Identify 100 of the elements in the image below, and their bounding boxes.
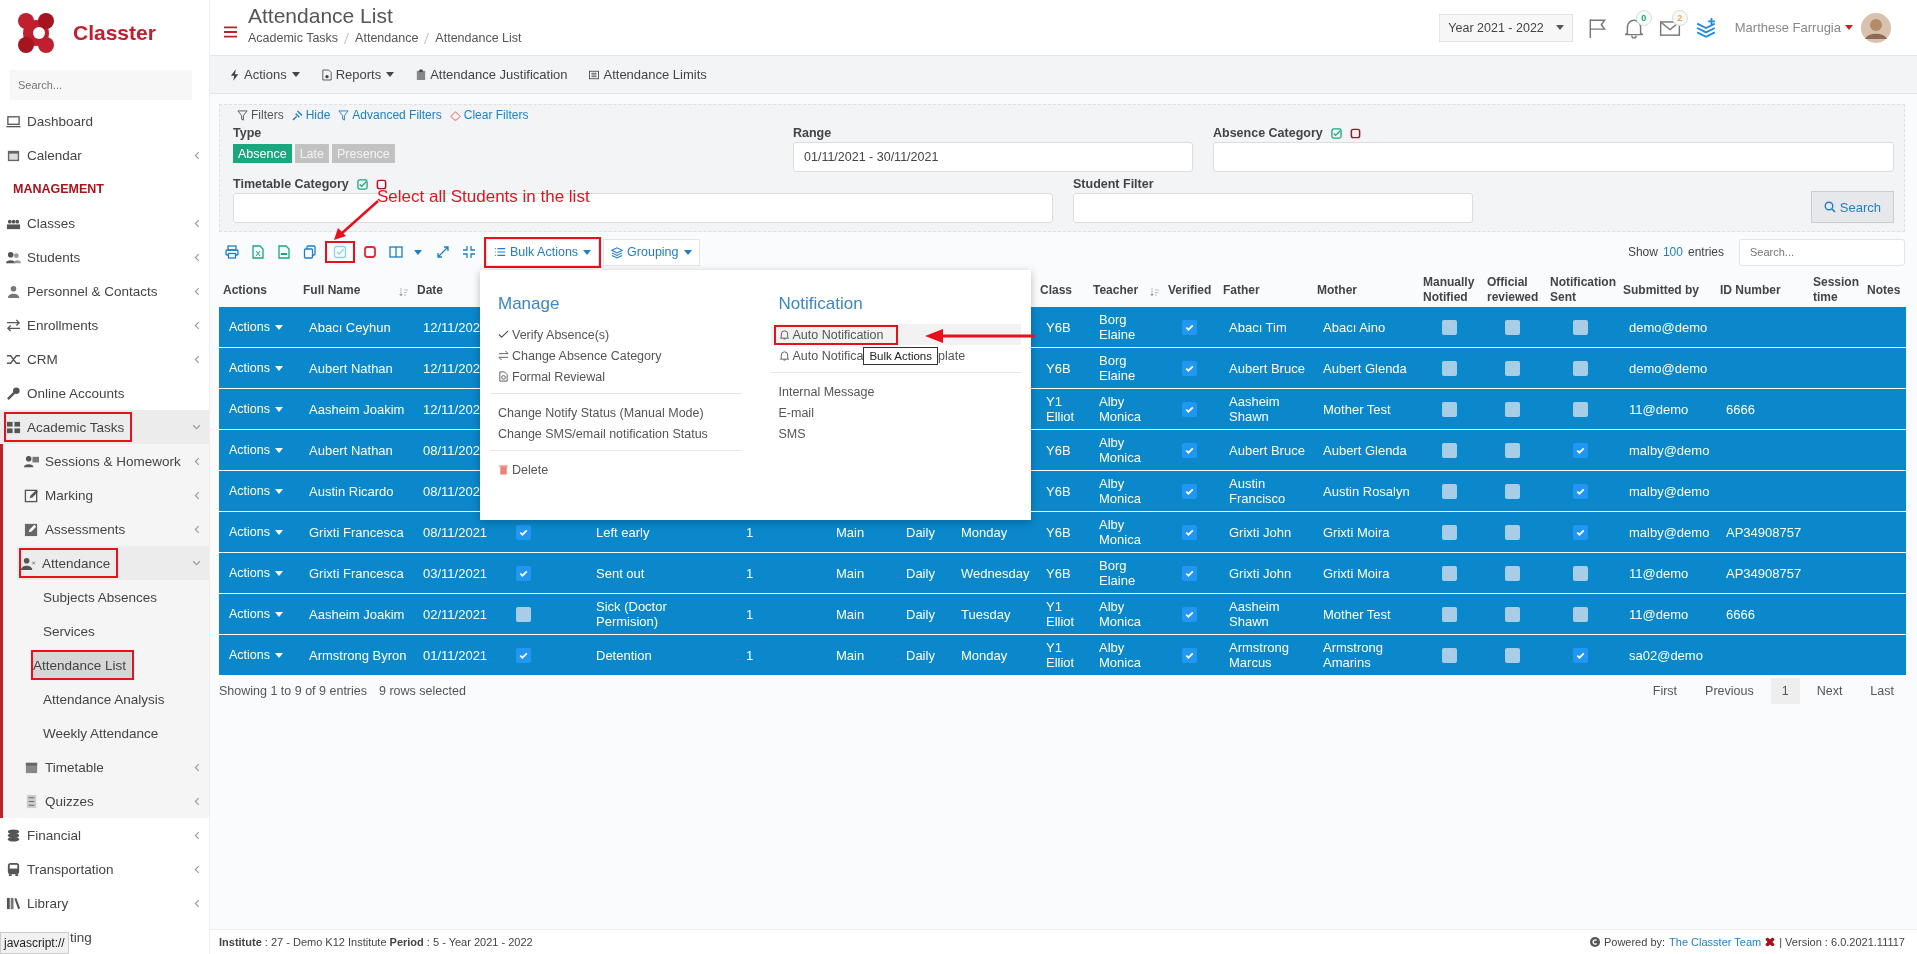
sidebar-item[interactable]: Classes bbox=[6, 210, 81, 236]
search-field[interactable]: Search... bbox=[10, 70, 192, 100]
checkbox[interactable] bbox=[1573, 443, 1588, 459]
row-actions-button[interactable]: Actions bbox=[229, 566, 283, 581]
column-header[interactable]: Father bbox=[1219, 273, 1313, 307]
hide-link[interactable]: Hide bbox=[291, 108, 331, 122]
avatar[interactable] bbox=[1861, 12, 1891, 43]
menu-item[interactable]: Verify Absence(s) bbox=[498, 326, 614, 343]
row-actions-button[interactable]: Actions bbox=[229, 648, 283, 663]
row-actions-button[interactable]: Actions bbox=[229, 361, 283, 376]
menu-item[interactable]: E-mail bbox=[778, 404, 818, 421]
column-header[interactable]: Notification Sent bbox=[1546, 273, 1619, 307]
checkbox[interactable] bbox=[1505, 320, 1520, 336]
checkbox[interactable] bbox=[1573, 648, 1588, 664]
spreadsheet-icon[interactable] bbox=[251, 245, 265, 259]
user-name[interactable]: Marthese Farrugia bbox=[1734, 20, 1841, 35]
row-actions-button[interactable]: Actions bbox=[229, 484, 283, 499]
sidebar-item[interactable]: Subjects Absences bbox=[43, 584, 164, 610]
checkbox[interactable] bbox=[1505, 566, 1520, 582]
page-size-select[interactable]: 100 bbox=[1662, 245, 1683, 259]
column-header[interactable]: Official reviewed bbox=[1483, 273, 1546, 307]
sidebar-item[interactable]: Transportation bbox=[6, 856, 120, 882]
sidebar-item[interactable]: Online Accounts bbox=[6, 380, 131, 406]
advanced-filters-link[interactable]: Advanced Filters bbox=[338, 108, 442, 122]
square-icon[interactable] bbox=[363, 245, 377, 259]
toolbar-menu[interactable]: Attendance Limits bbox=[589, 67, 707, 82]
toolbar-menu[interactable]: Attendance Justification bbox=[416, 67, 568, 82]
team-link[interactable]: The Classter Team bbox=[1669, 936, 1762, 948]
checkbox[interactable] bbox=[1505, 607, 1520, 623]
checkbox[interactable] bbox=[516, 566, 531, 582]
checkbox[interactable] bbox=[1182, 648, 1197, 664]
checkbox[interactable] bbox=[1182, 443, 1197, 459]
checkbox[interactable] bbox=[1505, 361, 1520, 377]
checkbox[interactable] bbox=[1441, 648, 1457, 664]
sidebar-item[interactable]: Dashboard bbox=[6, 108, 100, 134]
checkbox[interactable] bbox=[1573, 320, 1588, 336]
pagination-button[interactable]: First bbox=[1641, 678, 1689, 704]
checkbox[interactable] bbox=[516, 648, 531, 664]
file-icon[interactable] bbox=[277, 245, 291, 259]
checkbox[interactable] bbox=[1573, 607, 1588, 623]
checkbox[interactable] bbox=[1505, 525, 1520, 541]
checkbox[interactable] bbox=[1573, 402, 1588, 418]
copy-icon[interactable] bbox=[303, 245, 317, 259]
checkbox[interactable] bbox=[1573, 566, 1588, 582]
row-actions-button[interactable]: Actions bbox=[229, 607, 283, 622]
clear-filters-link[interactable]: Clear Filters bbox=[449, 108, 529, 122]
checkbox[interactable] bbox=[1505, 484, 1520, 500]
sidebar-item[interactable]: Marking bbox=[24, 482, 99, 508]
pagination-button[interactable]: Next bbox=[1805, 678, 1854, 704]
checkbox[interactable] bbox=[1505, 648, 1520, 664]
expand-icon[interactable] bbox=[436, 245, 450, 259]
checkbox[interactable] bbox=[1573, 484, 1588, 500]
sidebar-item[interactable]: CRM bbox=[6, 346, 64, 372]
square-icon[interactable] bbox=[1349, 127, 1361, 139]
column-header[interactable]: Session time bbox=[1809, 273, 1863, 307]
breadcrumb-link[interactable]: Attendance bbox=[355, 31, 419, 45]
sidebar-item[interactable]: Personnel & Contacts bbox=[6, 278, 164, 304]
table-row[interactable]: Actions Grixti Francesca 03/11/2021 Sent out 1 Main Daily Wednesday Y6B Borg Elaine Grixti John Grixti Moira 11@demo AP34908757 bbox=[219, 552, 1906, 594]
column-header[interactable]: Manually Notified bbox=[1419, 273, 1483, 307]
checkbox[interactable] bbox=[1505, 402, 1520, 418]
column-header[interactable]: Verified bbox=[1164, 273, 1219, 307]
student-filter-field[interactable] bbox=[1073, 193, 1473, 223]
row-actions-button[interactable]: Actions bbox=[229, 525, 283, 540]
checkbox[interactable] bbox=[1441, 484, 1457, 500]
toolbar-menu[interactable]: Reports bbox=[321, 67, 395, 82]
square-icon[interactable] bbox=[375, 178, 387, 190]
bulk-actions-button[interactable]: Bulk Actions bbox=[486, 238, 600, 266]
checkbox[interactable] bbox=[1441, 607, 1457, 623]
column-header[interactable]: Submitted by bbox=[1619, 273, 1716, 307]
checkbox[interactable] bbox=[1182, 320, 1197, 336]
checkbox[interactable] bbox=[1573, 361, 1588, 377]
year-dropdown[interactable]: Year 2021 - 2022 bbox=[1439, 13, 1573, 42]
table-search-field[interactable]: Search... bbox=[1739, 238, 1905, 266]
layers-icon[interactable] bbox=[1694, 16, 1717, 39]
printer-icon[interactable] bbox=[225, 245, 239, 259]
sidebar-item[interactable]: Weekly Attendance bbox=[43, 720, 165, 746]
column-header[interactable]: Class bbox=[1036, 273, 1089, 307]
menu-item[interactable]: Formal Reviewal bbox=[498, 368, 610, 385]
checkbox[interactable] bbox=[1182, 361, 1197, 377]
sidebar-item[interactable]: Attendance Analysis bbox=[43, 686, 171, 712]
checkbox-icon[interactable] bbox=[356, 178, 368, 190]
row-actions-button[interactable]: Actions bbox=[229, 402, 283, 417]
checkbox[interactable] bbox=[1182, 607, 1197, 623]
toolbar-menu[interactable]: Actions bbox=[230, 67, 300, 82]
sidebar-item[interactable]: Sessions & Homework bbox=[24, 448, 187, 474]
sidebar-item[interactable]: Assessments bbox=[24, 516, 132, 542]
column-header[interactable]: ID Number bbox=[1716, 273, 1809, 307]
checkbox[interactable] bbox=[1182, 402, 1197, 418]
pagination-button[interactable]: Previous bbox=[1694, 678, 1765, 704]
pagination-button[interactable]: 1 bbox=[1770, 678, 1800, 704]
grouping-button[interactable]: Grouping bbox=[603, 238, 700, 266]
sidebar-item[interactable]: Services bbox=[43, 618, 101, 644]
sidebar-item[interactable]: Quizzes bbox=[24, 788, 100, 814]
checkbox[interactable] bbox=[1441, 402, 1457, 418]
table-row[interactable]: Actions Aasheim Joakim 02/11/2021 Sick (Doctor Permision) 1 Main Daily Tuesday Y1 Elliot Alby Monica Aasheim Shawn Mother Test 11@demo 6666 bbox=[219, 593, 1906, 635]
search-button[interactable]: Search bbox=[1810, 191, 1894, 223]
checkbox[interactable] bbox=[1441, 443, 1457, 459]
column-header[interactable]: Actions bbox=[219, 273, 299, 307]
sidebar-item[interactable]: Enrollments bbox=[6, 312, 105, 338]
sidebar-item[interactable]: Calendar bbox=[6, 142, 88, 168]
